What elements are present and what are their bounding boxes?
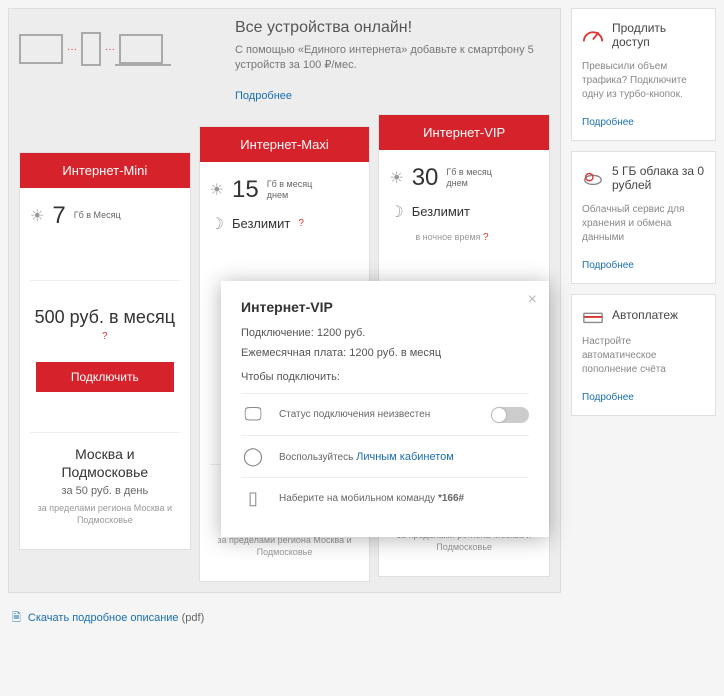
close-icon[interactable]: × [528,291,537,309]
sun-icon: ☀ [389,168,403,188]
modal-subtitle: Чтобы подключить: [241,371,529,383]
promo-subtitle: С помощью «Единого интернета» добавьте к… [235,43,550,74]
gb-value: 30 [412,164,439,192]
ussd-code: *166# [438,493,464,504]
document-icon: 🗎 [12,612,21,624]
cloud-icon [582,169,604,187]
sidebar-title: Автоплатеж [612,308,678,322]
plan-header: Интернет-VIP [379,115,549,150]
unlimited-label: Безлимит [412,204,470,219]
monitor-icon: 🖵 [241,404,265,425]
night-note: в ночное время [415,232,480,242]
sidebar-link[interactable]: Подробнее [582,260,634,271]
download-pdf-link[interactable]: Скачать подробное описание [28,612,179,624]
devices-illustration: ··· ··· [19,19,219,79]
modal-status-row: 🖵 Статус подключения неизвестен [241,393,529,435]
sidebar-title: Продлить доступ [612,21,705,50]
sidebar-desc: Облачный сервис для хранения и обмена да… [582,203,705,245]
modal-title: Интернет-VIP [241,299,529,315]
info-badge-icon[interactable]: ? [102,331,108,342]
moon-icon: ☽ [210,214,224,234]
sun-icon: ☀ [210,180,224,200]
personal-account-link[interactable]: Личным кабинетом [356,451,454,463]
sidebar-card-extend: Продлить доступ Превысили объем трафика?… [571,8,716,141]
region-note: за пределами региона Москва и Подмосковь… [36,503,174,526]
gb-value: 7 [52,202,65,230]
modal-ussd-row: ▯ Наберите на мобильном команду *166# [241,477,529,519]
modal-account-row: ◯ Воспользуйтесь Личным кабинетом [241,435,529,477]
gb-unit: Гб в месяцднем [446,167,492,189]
sidebar-link[interactable]: Подробнее [582,117,634,128]
gauge-icon [582,26,604,44]
card-icon [582,307,604,325]
plan-card-mini: Интернет-Mini ☀ 7 Гб в Месяц 500 руб. в … [19,152,191,550]
gb-unit: Гб в Месяц [74,210,121,221]
gb-unit: Гб в месяцднем [267,179,313,201]
info-badge-icon[interactable]: ? [298,218,304,229]
modal-connection-fee: Подключение: 1200 руб. [241,327,529,339]
download-ext: (pdf) [182,612,205,624]
sidebar-title: 5 ГБ облака за 0 рублей [612,164,705,193]
moon-icon: ☽ [389,202,403,222]
unlimited-label: Безлимит [232,216,290,231]
region-note: за пределами региона Москва и Подмосковь… [216,535,354,558]
price-label: 500 руб. в месяц [30,307,180,328]
gb-value: 15 [232,176,259,204]
status-text: Статус подключения неизвестен [279,409,430,420]
promo-banner: ··· ··· Все устройства онлайн! С помощью… [19,19,550,102]
plan-header: Интернет-Mini [20,153,190,188]
info-badge-icon[interactable]: ? [483,232,489,243]
region-price: за 50 руб. в день [36,485,174,497]
sidebar-card-autopay: Автоплатеж Настройте автоматическое попо… [571,294,716,416]
promo-title: Все устройства онлайн! [235,19,550,37]
sidebar-desc: Настройте автоматическое пополнение счёт… [582,335,705,377]
status-toggle[interactable] [491,407,529,423]
plan-header: Интернет-Maxi [200,127,370,162]
plan-details-modal: × Интернет-VIP Подключение: 1200 руб. Еж… [221,281,549,537]
modal-monthly-fee: Ежемесячная плата: 1200 руб. в месяц [241,347,529,359]
sidebar-link[interactable]: Подробнее [582,392,634,403]
phone-icon: ▯ [241,488,265,509]
person-icon: ◯ [241,446,265,467]
sun-icon: ☀ [30,206,44,226]
connect-button[interactable]: Подключить [36,362,174,392]
sidebar-desc: Превысили объем трафика? Подключите одну… [582,60,705,102]
promo-link[interactable]: Подробнее [235,90,292,102]
region-title: Москва и Подмосковье [36,445,174,481]
sidebar-card-cloud: 5 ГБ облака за 0 рублей Облачный сервис … [571,151,716,284]
